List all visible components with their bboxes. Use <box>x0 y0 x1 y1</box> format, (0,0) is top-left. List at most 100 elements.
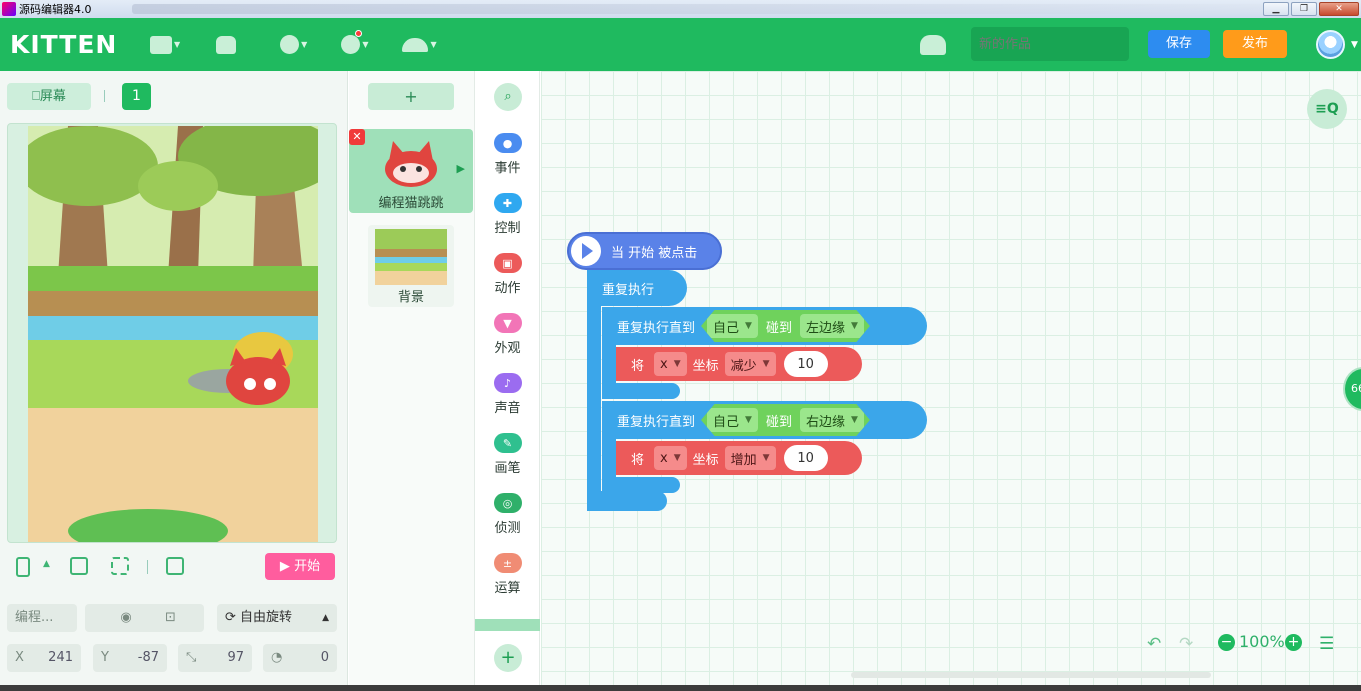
category-looks[interactable]: ▼ 外观 <box>475 313 540 356</box>
divider <box>104 90 105 102</box>
stage-panel: ⎕屏幕 1 ▲ ▶ 开始 编程... ◉ ⊡ ⟳ 自由旋转 ▲ X 241 Y … <box>0 71 348 685</box>
fullscreen-icon[interactable] <box>111 557 129 575</box>
chevron-right-icon[interactable]: ▶ <box>457 162 465 175</box>
x-field[interactable]: X 241 <box>7 644 81 672</box>
stage-scene <box>28 126 318 542</box>
notification-dot <box>355 30 363 37</box>
add-extension-button[interactable]: + <box>494 644 522 672</box>
change-x-block[interactable]: 将 x ▼ 坐标 增加 ▼ 10 <box>616 441 862 475</box>
sensing-icon: ◎ <box>493 493 522 513</box>
category-sound[interactable]: ♪ 声音 <box>475 373 540 416</box>
zoom-in-icon[interactable]: + <box>1285 634 1302 651</box>
looks-icon: ▼ <box>493 313 522 333</box>
sprite-coords-row: X 241 Y -87 ⤡ 97 ◔ 0 <box>7 644 337 672</box>
close-button[interactable]: ✕ <box>1319 2 1359 16</box>
category-control[interactable]: ✚ 控制 <box>475 193 540 236</box>
category-sensing[interactable]: ◎ 侦测 <box>475 493 540 536</box>
when-start-clicked-block[interactable]: 当 开始 被点击 <box>567 232 722 270</box>
play-icon <box>571 236 601 266</box>
backpack-button[interactable] <box>216 35 237 54</box>
operation-dropdown[interactable]: 增加 ▼ <box>724 446 776 470</box>
top-toolbar: KITTEN ▼ ▼ ▼ ▼ 保存 发布 ▼ <box>0 18 1361 71</box>
sprite-thumbnail <box>385 141 437 187</box>
horizontal-scrollbar[interactable] <box>851 672 1211 678</box>
os-taskbar <box>0 685 1361 691</box>
object-dropdown[interactable]: 自己 ▼ <box>707 408 758 432</box>
axis-dropdown[interactable]: x ▼ <box>654 446 687 470</box>
zoom-out-icon[interactable]: − <box>1218 634 1235 651</box>
redo-icon[interactable]: ↷ <box>1179 634 1193 654</box>
forever-block-foot <box>587 491 667 511</box>
motion-icon: ▣ <box>493 253 522 273</box>
background-name: 背景 <box>397 290 424 305</box>
minimize-button[interactable]: ▁ <box>1263 2 1289 16</box>
scene-number[interactable]: 1 <box>122 83 151 110</box>
help-menu[interactable]: ▼ <box>280 35 307 54</box>
repeat-until-foot <box>602 383 680 399</box>
caret-up-icon[interactable]: ▲ <box>43 559 50 569</box>
edge-dropdown[interactable]: 左边缘 ▼ <box>799 314 864 338</box>
search-icon[interactable]: ⌕ <box>494 83 522 111</box>
operation-dropdown[interactable]: 减少 ▼ <box>724 352 776 376</box>
add-sprite-button[interactable]: + <box>368 83 454 110</box>
workspace-search-icon[interactable]: ≡Q <box>1307 89 1347 129</box>
code-workspace[interactable]: ≡Q 66 当 开始 被点击 重复执行 重复执行直到 自己▼ 碰到 左边缘▼ 将… <box>541 71 1361 685</box>
background-item[interactable]: 背景 <box>368 225 454 307</box>
play-preview-icon[interactable] <box>166 557 184 575</box>
y-field[interactable]: Y -87 <box>93 644 167 672</box>
blurred-tabs <box>131 4 1263 14</box>
background-thumbnail <box>375 229 447 285</box>
category-pen[interactable]: ✎ 画笔 <box>475 433 540 476</box>
category-scroll-down[interactable] <box>475 619 540 631</box>
phone-layout-icon[interactable] <box>16 557 30 577</box>
add-collaborator-icon[interactable] <box>920 35 946 55</box>
file-menu[interactable]: ▼ <box>150 35 180 54</box>
align-blocks-icon[interactable]: ☰ <box>1319 634 1334 654</box>
help-icon <box>280 35 300 54</box>
touching-condition[interactable]: 自己 ▼ 碰到 右边缘 ▼ <box>701 404 870 436</box>
grid-icon[interactable] <box>70 557 88 575</box>
sprite-name-field[interactable]: 编程... <box>7 604 77 632</box>
repeat-until-block[interactable]: 重复执行直到 自己 ▼ 碰到 右边缘 ▼ <box>602 401 927 439</box>
screen-button[interactable]: ⎕屏幕 <box>7 83 91 110</box>
value-input[interactable]: 10 <box>783 351 828 377</box>
repeat-until-block[interactable]: 重复执行直到 自己 ▼ 碰到 左边缘 ▼ <box>602 307 927 345</box>
direction-field[interactable]: ◔ 0 <box>263 644 337 672</box>
value-input[interactable]: 10 <box>783 445 828 471</box>
chevron-down-icon[interactable]: ▼ <box>1351 40 1358 50</box>
edge-dropdown[interactable]: 右边缘 ▼ <box>799 408 864 432</box>
side-drawer-tab[interactable]: 66 <box>1343 367 1361 411</box>
pen-icon: ✎ <box>493 433 522 453</box>
project-name-input[interactable] <box>971 27 1129 61</box>
gear-icon <box>341 35 361 54</box>
start-button[interactable]: ▶ 开始 <box>265 553 335 580</box>
undo-icon[interactable]: ↶ <box>1147 634 1161 654</box>
change-x-block[interactable]: 将 x ▼ 坐标 减少 ▼ 10 <box>616 347 862 381</box>
wifi-icon <box>402 37 429 52</box>
sprite-item[interactable]: ✕ ▶ 编程猫跳跳 <box>349 129 473 213</box>
category-motion[interactable]: ▣ 动作 <box>475 253 540 296</box>
rotation-mode-select[interactable]: ⟳ 自由旋转 ▲ <box>217 604 337 632</box>
size-field[interactable]: ⤡ 97 <box>178 644 252 672</box>
forever-block[interactable]: 重复执行 <box>587 270 687 306</box>
stage-canvas[interactable] <box>28 126 318 542</box>
publish-button[interactable]: 发布 <box>1223 30 1287 58</box>
operators-icon: ± <box>493 553 522 573</box>
delete-icon[interactable]: ✕ <box>349 129 365 145</box>
caret-up-icon: ▲ <box>322 613 329 623</box>
window-titlebar: 源码编辑器4.0 ▁ ❐ ✕ <box>0 0 1361 18</box>
touching-condition[interactable]: 自己 ▼ 碰到 左边缘 ▼ <box>701 310 870 342</box>
lock-icon[interactable]: ⊡ <box>137 604 204 632</box>
maximize-button[interactable]: ❐ <box>1291 2 1317 16</box>
avatar[interactable] <box>1316 30 1345 59</box>
block-categories: ⌕ ● 事件 ✚ 控制 ▣ 动作 ▼ 外观 ♪ 声音 ✎ 画笔 ◎ 侦测 ± 运… <box>475 71 540 685</box>
folder-icon <box>150 35 172 54</box>
settings-menu[interactable]: ▼ <box>341 30 368 54</box>
object-dropdown[interactable]: 自己 ▼ <box>707 314 758 338</box>
category-events[interactable]: ● 事件 <box>475 133 540 176</box>
save-button[interactable]: 保存 <box>1148 30 1210 58</box>
sprite-name: 编程猫跳跳 <box>378 196 444 211</box>
category-operators[interactable]: ± 运算 <box>475 553 540 596</box>
axis-dropdown[interactable]: x ▼ <box>654 352 687 376</box>
network-menu[interactable]: ▼ <box>402 37 437 52</box>
